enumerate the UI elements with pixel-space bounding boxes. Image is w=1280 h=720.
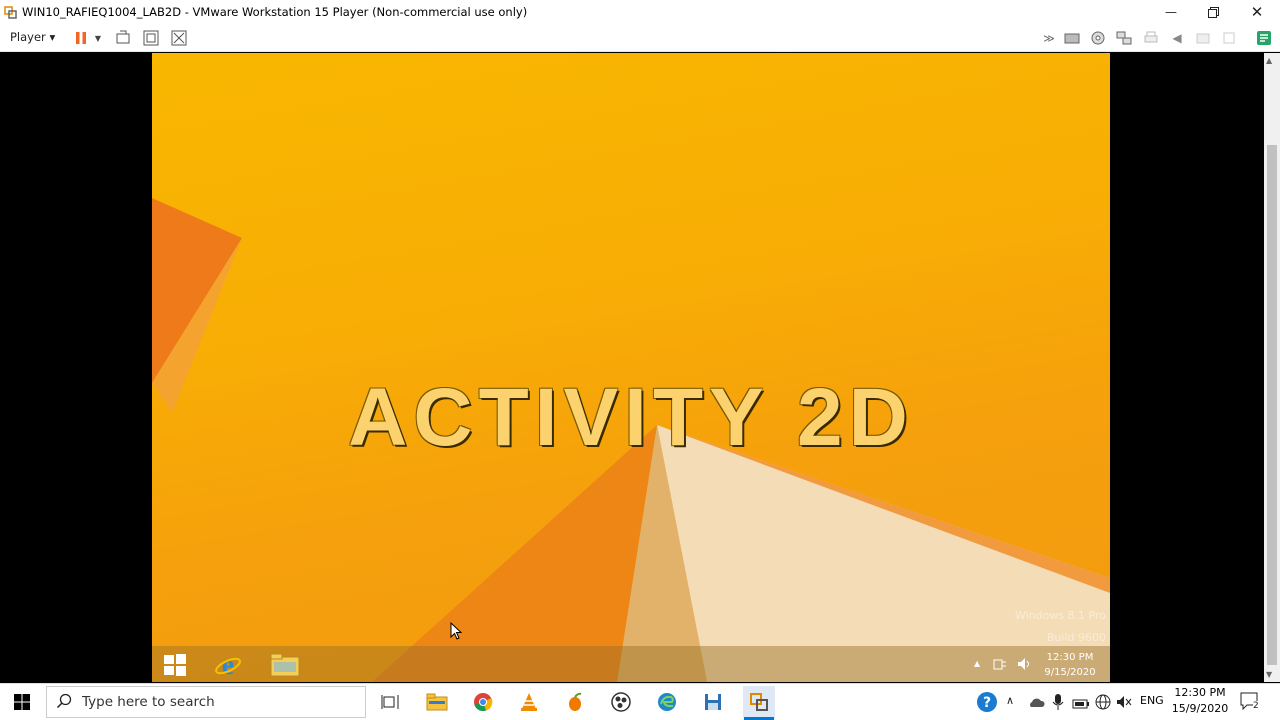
- fruit-icon: [569, 692, 582, 711]
- help-tray-button[interactable]: ?: [976, 691, 998, 713]
- keyboard-icon: [116, 30, 130, 44]
- fullscreen-button[interactable]: [142, 29, 160, 47]
- vlc-cone-icon: [521, 693, 537, 711]
- show-hidden-icons-chevron-icon[interactable]: ∧: [1006, 694, 1014, 707]
- pause-button[interactable]: [72, 29, 90, 47]
- floppy-disk-icon: [705, 694, 721, 710]
- obs-button[interactable]: [605, 686, 637, 718]
- vmware-player-button[interactable]: [743, 686, 775, 718]
- windows-logo-icon: [14, 693, 30, 710]
- pause-icon: [76, 32, 86, 44]
- vlc-button[interactable]: [513, 686, 545, 718]
- send-ctrl-alt-del-button[interactable]: [114, 29, 132, 47]
- wallpaper-shapes: [152, 198, 1110, 682]
- fullscreen-icon: [143, 30, 159, 46]
- camera-device[interactable]: [1194, 29, 1212, 47]
- minimize-button[interactable]: —: [1150, 0, 1192, 24]
- unity-icon: [171, 30, 187, 46]
- close-icon: ✕: [1250, 3, 1264, 21]
- task-view-icon: [381, 695, 399, 709]
- svg-text:?: ?: [983, 695, 991, 711]
- vmware-logo-icon: [4, 5, 18, 19]
- scroll-thumb[interactable]: [1267, 145, 1277, 665]
- host-start-button[interactable]: [0, 683, 44, 720]
- vmware-toolbar: [0, 24, 1280, 52]
- svg-text:e: e: [222, 651, 234, 679]
- folder-icon: [270, 653, 300, 677]
- action-center-button[interactable]: 2: [1240, 692, 1262, 712]
- help-icon: ?: [977, 692, 997, 712]
- network-icon: [1116, 31, 1132, 45]
- cd-icon: [1091, 31, 1105, 45]
- close-button[interactable]: ✕: [1236, 0, 1278, 24]
- search-icon: [56, 693, 72, 713]
- printer-device[interactable]: [1142, 29, 1160, 47]
- window-title: WIN10_RAFIEQ1004_LAB2D - VMware Workstat…: [22, 5, 528, 19]
- save-app-button[interactable]: [697, 686, 729, 718]
- unity-button[interactable]: [170, 29, 188, 47]
- task-view-button[interactable]: [374, 686, 406, 718]
- obs-icon: [611, 692, 631, 712]
- host-clock-date: 15/9/2020: [1171, 702, 1229, 715]
- notification-count: 2: [1253, 701, 1259, 711]
- folder-icon: [426, 693, 448, 711]
- mouse-cursor-icon: [450, 621, 463, 644]
- edge-button[interactable]: [651, 686, 683, 718]
- chevron-down-icon: ▼: [94, 33, 102, 43]
- battery-tray-icon[interactable]: [1072, 695, 1090, 709]
- network-globe-tray-icon[interactable]: [1095, 694, 1111, 710]
- guest-network-icon[interactable]: [992, 656, 1008, 672]
- edge-icon: [658, 693, 676, 711]
- hard-disk-device[interactable]: [1063, 29, 1081, 47]
- watermark-edition: Windows 8.1 Pro: [1014, 609, 1106, 622]
- guest-file-explorer-button[interactable]: [269, 651, 301, 679]
- scroll-up-icon[interactable]: ▲: [1266, 56, 1272, 65]
- search-placeholder[interactable]: Type here to search: [82, 694, 215, 710]
- guest-desktop[interactable]: ACTIVITY 2D Windows 8.1 Pro Build 9600 e…: [152, 53, 1110, 682]
- scroll-down-icon[interactable]: ▼: [1266, 670, 1272, 679]
- network-device[interactable]: [1115, 29, 1133, 47]
- activity-headline: ACTIVITY 2D: [348, 372, 914, 463]
- volume-muted-tray-icon[interactable]: [1116, 694, 1132, 710]
- minimize-icon: —: [1165, 5, 1177, 19]
- cd-dvd-device[interactable]: [1089, 29, 1107, 47]
- guest-ie-button[interactable]: e: [212, 649, 244, 681]
- host-clock-time: 12:30 PM: [1174, 686, 1226, 699]
- file-explorer-button[interactable]: [421, 686, 453, 718]
- fl-studio-button[interactable]: [559, 686, 591, 718]
- guest-clock-date: 9/15/2020: [1044, 667, 1096, 678]
- printer-icon: [1144, 31, 1158, 43]
- message-log-button[interactable]: [1255, 29, 1273, 47]
- toolbar-more-button[interactable]: ≫: [1040, 29, 1058, 47]
- guest-clock-time: 12:30 PM: [1046, 652, 1094, 663]
- guest-volume-icon[interactable]: [1016, 656, 1032, 672]
- double-chevron-icon: ≫: [1043, 31, 1055, 45]
- camera-icon: [1196, 33, 1210, 44]
- chrome-icon: [474, 693, 493, 712]
- restore-icon: [1207, 6, 1219, 18]
- pause-dropdown[interactable]: ▼: [92, 29, 104, 47]
- guest-start-button[interactable]: [160, 651, 190, 679]
- input-language[interactable]: ENG: [1140, 694, 1164, 707]
- microphone-tray-icon[interactable]: [1052, 693, 1064, 711]
- onedrive-tray-icon[interactable]: [1027, 694, 1045, 710]
- usb-device[interactable]: [1220, 29, 1238, 47]
- sound-device[interactable]: ◀: [1168, 29, 1186, 47]
- usb-icon: [1223, 32, 1235, 44]
- hard-disk-icon: [1064, 33, 1080, 44]
- restore-button[interactable]: [1192, 0, 1234, 24]
- guest-show-hidden-icons[interactable]: ▲: [974, 659, 980, 668]
- message-icon: [1257, 31, 1271, 45]
- player-menu[interactable]: Player ▾: [10, 30, 55, 44]
- host-clock[interactable]: 12:30 PM 15/9/2020: [1168, 685, 1232, 717]
- windows-watermark: Windows 8.1 Pro Build 9600: [972, 605, 1106, 649]
- chrome-button[interactable]: [467, 686, 499, 718]
- guest-clock[interactable]: 12:30 PM 9/15/2020: [1032, 650, 1108, 680]
- internet-explorer-icon: e: [215, 651, 241, 679]
- windows-logo-icon: [164, 654, 186, 676]
- speaker-icon: ◀: [1172, 31, 1182, 45]
- vmware-icon: [750, 693, 768, 711]
